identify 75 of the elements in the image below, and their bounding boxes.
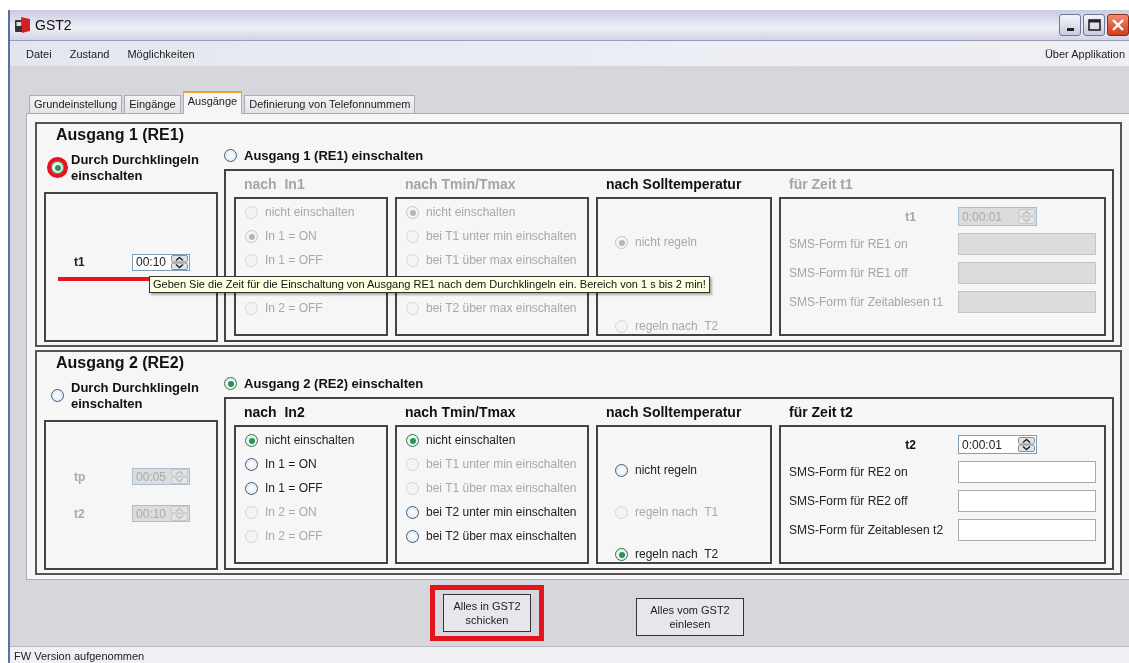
spin-arrows-icon [1018, 209, 1035, 224]
minimize-icon [1066, 28, 1074, 31]
action-button[interactable]: Alles vom GST2 einlesen [636, 598, 744, 636]
group-heading: nach In1 [243, 175, 306, 194]
field-label: SMS-Form für Zeitablesen t2 [789, 523, 945, 537]
radio-button[interactable] [245, 458, 258, 471]
group-heading: nach Tmin/Tmax [404, 175, 517, 194]
close-button[interactable] [1107, 14, 1129, 36]
field-label: t1 [904, 209, 917, 224]
field-label: t2 [904, 437, 917, 452]
window-title: GST2 [35, 17, 72, 33]
radio-button[interactable] [51, 389, 64, 402]
field-label: SMS-Form für RE2 on [789, 465, 909, 479]
field-label: tp [74, 469, 87, 484]
radio-label[interactable]: In 1 = OFF [265, 481, 323, 496]
close-icon [1112, 19, 1124, 31]
radio-button[interactable] [406, 530, 419, 543]
radio-button[interactable] [51, 161, 64, 174]
tab[interactable]: Grundeinstellung [29, 95, 123, 113]
field-label: SMS-Form für RE1 off [789, 266, 909, 280]
field-label: SMS-Form für RE1 on [789, 237, 909, 251]
radio-button[interactable] [406, 434, 419, 447]
spin-arrows-icon [171, 469, 188, 484]
section-title: Ausgang 2 (RE2) [55, 354, 185, 373]
radio-button[interactable] [615, 548, 628, 561]
radio-button[interactable] [224, 149, 237, 162]
tooltip: Geben Sie die Zeit für die Einschaltung von Ausgang RE1 nach dem Durchklingeln ein. Bereich von 1 s bis 2 min! [149, 276, 710, 293]
maximize-button[interactable] [1083, 14, 1105, 36]
field-label: SMS-Form für Zeitablesen t1 [789, 295, 945, 309]
radio-label[interactable]: Ausgang 1 (RE1) einschalten [244, 148, 424, 163]
radio-label[interactable]: nicht einschalten [426, 433, 516, 448]
radio-label[interactable]: Ausgang 2 (RE2) einschalten [244, 376, 424, 391]
group-heading: für Zeit t1 [788, 175, 854, 194]
status-bar: FW Version aufgenommen [10, 646, 1129, 663]
group-heading: für Zeit t2 [788, 403, 854, 422]
tab[interactable]: Eingänge [124, 95, 181, 113]
radio-button[interactable] [224, 377, 237, 390]
radio-label[interactable]: bei T2 unter min einschalten [426, 505, 577, 520]
radio-label[interactable]: nicht regeln [635, 463, 698, 478]
action-button[interactable]: Alles in GST2 schicken [443, 594, 531, 632]
field-label: SMS-Form für RE2 off [789, 494, 909, 508]
radio-label[interactable]: In 1 = ON [265, 457, 317, 472]
radio-label[interactable]: nicht einschalten [265, 433, 355, 448]
spin-arrows-icon [171, 506, 188, 521]
radio-label[interactable]: regeln nach T2 [635, 547, 719, 562]
minimize-button[interactable] [1059, 14, 1081, 36]
spin-arrows-icon [171, 254, 188, 270]
group-heading: nach In2 [243, 403, 306, 422]
time-spinner[interactable]: 00:10 [132, 253, 190, 271]
radio-button[interactable] [406, 506, 419, 519]
radio-button[interactable] [245, 434, 258, 447]
time-spinner[interactable]: 0:00:01 [958, 435, 1037, 454]
menu-item[interactable]: Zustand [69, 47, 110, 60]
section-title: Ausgang 1 (RE1) [55, 126, 185, 145]
menu-item[interactable]: Datei [26, 47, 52, 60]
menu-item[interactable]: Über Applikation [1044, 47, 1125, 60]
maximize-icon [1087, 19, 1101, 31]
radio-label[interactable]: Durch Durchklingeln einschalten [71, 380, 218, 412]
phone-icon [14, 16, 31, 34]
radio-button[interactable] [615, 464, 628, 477]
radio-label[interactable]: Durch Durchklingeln einschalten [71, 152, 218, 184]
group-heading: nach Solltemperatur [605, 403, 743, 422]
radio-button[interactable] [245, 482, 258, 495]
field-label: t2 [74, 506, 86, 521]
text-field[interactable] [958, 490, 1096, 512]
menu-item[interactable]: Möglichkeiten [127, 47, 195, 60]
field-label: t1 [74, 255, 86, 269]
group-heading: nach Tmin/Tmax [404, 403, 517, 422]
radio-label[interactable]: bei T2 über max einschalten [426, 529, 577, 544]
spin-arrows-icon [1018, 437, 1035, 452]
text-field[interactable] [958, 461, 1096, 483]
text-field[interactable] [958, 519, 1096, 541]
tab[interactable]: Ausgänge [182, 91, 243, 114]
group-heading: nach Solltemperatur [605, 175, 743, 194]
tab[interactable]: Definierung von Telefonnummem [244, 95, 416, 113]
